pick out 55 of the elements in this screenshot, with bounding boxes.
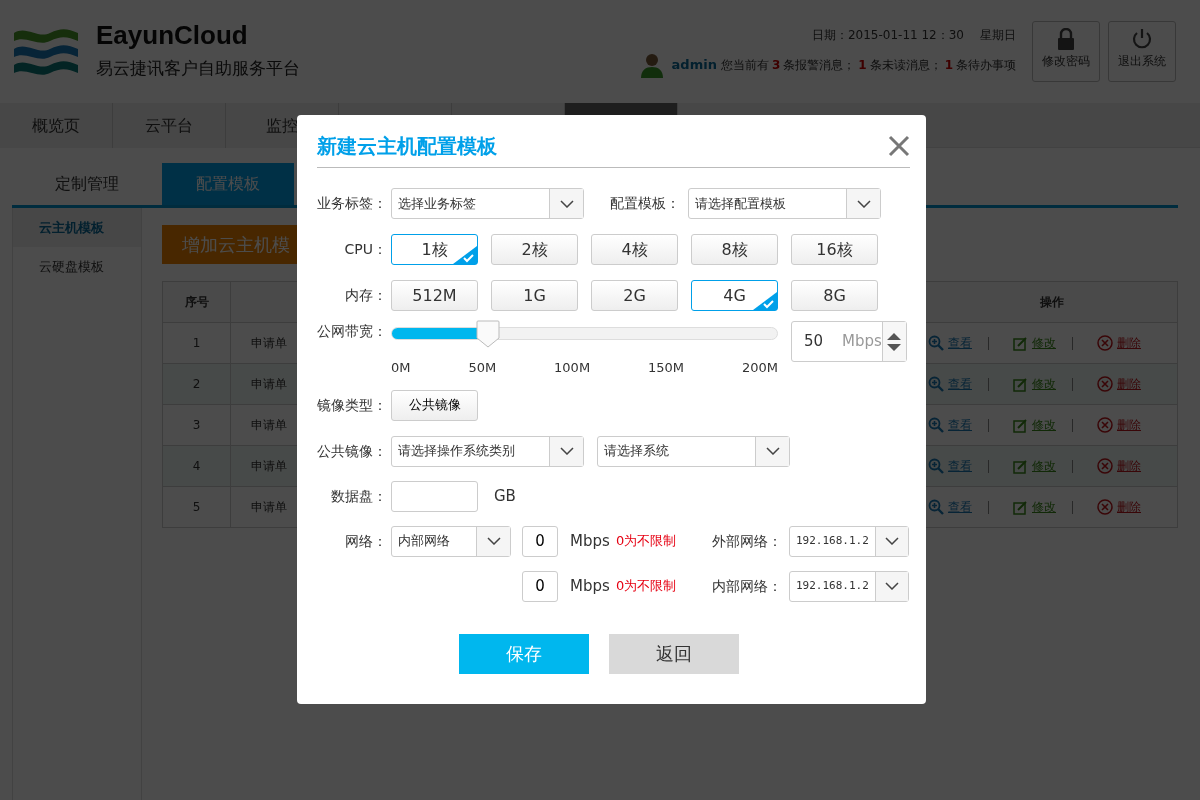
field-label: 内部网络： bbox=[712, 576, 783, 596]
select-field[interactable]: 内部网络 bbox=[391, 525, 511, 557]
option-button[interactable]: 4核 bbox=[591, 234, 678, 265]
chevron-icon bbox=[856, 199, 871, 208]
option-button[interactable]: 8G bbox=[791, 280, 878, 311]
dialog-title: 新建云主机配置模板 bbox=[317, 133, 497, 159]
checkmark-icon bbox=[453, 246, 477, 264]
select-field[interactable]: 请选择配置模板 bbox=[688, 188, 881, 219]
bandwidth-slider[interactable] bbox=[391, 320, 778, 348]
bandwidth-spinbox[interactable]: 50 Mbps bbox=[791, 321, 907, 362]
chevron-icon bbox=[884, 582, 899, 590]
option-button[interactable]: 512M bbox=[391, 280, 478, 311]
field-label: 业务标签： bbox=[317, 194, 387, 213]
option-button[interactable]: 2核 bbox=[491, 234, 578, 265]
chevron-icon bbox=[559, 447, 574, 455]
select-field[interactable]: 192.168.1.2 bbox=[789, 570, 909, 602]
input-field[interactable]: 0 bbox=[522, 570, 558, 602]
select-field[interactable]: 选择业务标签 bbox=[391, 188, 584, 219]
option-button[interactable]: 4G bbox=[691, 280, 778, 311]
option-button[interactable]: 1G bbox=[491, 280, 578, 311]
unit-label: Mbps bbox=[842, 331, 882, 353]
field-label: 数据盘： bbox=[330, 486, 387, 506]
field-label: 公网带宽： bbox=[317, 322, 387, 341]
select-field[interactable]: 请选择系统 bbox=[597, 435, 790, 467]
image-type-button[interactable]: 公共镜像 bbox=[391, 389, 478, 421]
field-label: 内存： bbox=[344, 286, 387, 305]
input-field[interactable]: 0 bbox=[522, 525, 558, 557]
checkmark-icon bbox=[753, 292, 777, 310]
unit-label: GB bbox=[494, 485, 516, 507]
option-button[interactable]: 16核 bbox=[791, 234, 878, 265]
unit-label: Mbps bbox=[570, 530, 610, 552]
chevron-icon bbox=[884, 537, 899, 545]
chevron-icon bbox=[765, 447, 780, 455]
stepper-icon bbox=[886, 331, 903, 352]
field-label: CPU： bbox=[343, 240, 387, 259]
option-button[interactable]: 1核 bbox=[391, 234, 478, 265]
date-text: 日期：2015-01-11 12：30 bbox=[811, 26, 964, 44]
field-label: 网络： bbox=[344, 531, 387, 551]
field-label: 配置模板： bbox=[610, 194, 680, 213]
select-field[interactable]: 请选择操作系统类别 bbox=[391, 435, 584, 467]
brand-name: EayunCloud bbox=[96, 21, 249, 51]
hint-text: 0为不限制 bbox=[616, 532, 678, 551]
chevron-icon bbox=[559, 199, 574, 208]
close-icon[interactable] bbox=[888, 135, 910, 157]
option-button[interactable]: 2G bbox=[591, 280, 678, 311]
input-field[interactable] bbox=[391, 480, 478, 512]
field-label: 外部网络： bbox=[712, 531, 783, 551]
back-button[interactable]: 返回 bbox=[608, 633, 739, 674]
brand-subtitle: 易云捷讯客户自助服务平台 bbox=[96, 57, 300, 81]
slider-thumb[interactable] bbox=[475, 320, 500, 348]
select-field[interactable]: 192.168.1.2 bbox=[789, 525, 909, 557]
option-button[interactable]: 8核 bbox=[691, 234, 778, 265]
chevron-icon bbox=[486, 537, 501, 545]
unit-label: Mbps bbox=[570, 575, 610, 597]
hint-text: 0为不限制 bbox=[616, 577, 678, 596]
